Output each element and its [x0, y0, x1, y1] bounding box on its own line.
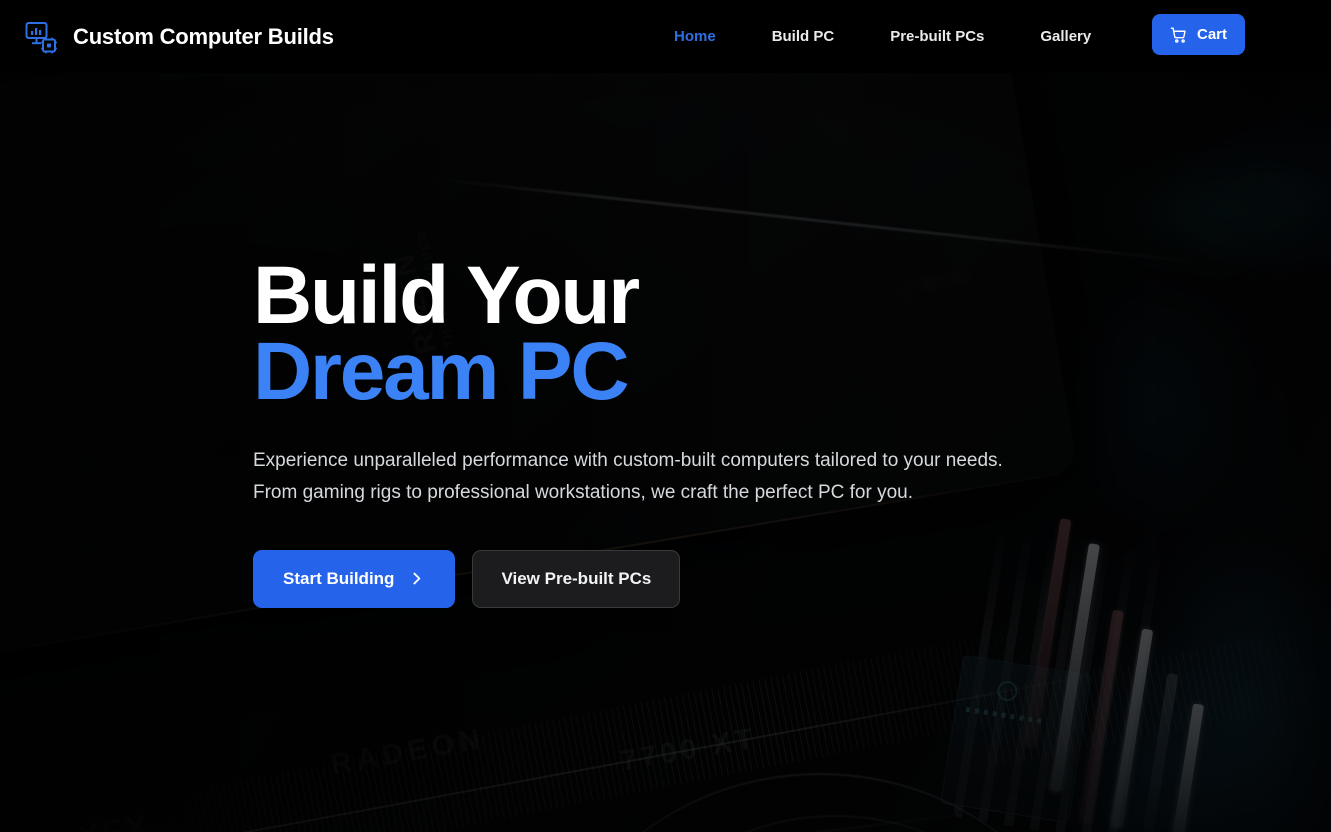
cart-button[interactable]: Cart	[1151, 14, 1245, 55]
brand-title: Custom Computer Builds	[73, 23, 334, 49]
view-prebuilt-pcs-label: View Pre-built PCs	[501, 568, 652, 588]
chevron-right-icon	[408, 570, 425, 587]
primary-navigation: Home Build PC Pre-built PCs Gallery	[646, 0, 1119, 73]
nav-link-gallery[interactable]: Gallery	[1012, 0, 1119, 73]
monitor-chart-chip-icon	[22, 18, 60, 56]
nav-link-build-pc[interactable]: Build PC	[744, 0, 863, 73]
hero-section: RYZEN THREADRIPPER RADEON	[0, 73, 1331, 832]
view-prebuilt-pcs-button[interactable]: View Pre-built PCs	[472, 549, 681, 608]
cart-button-label: Cart	[1196, 26, 1227, 43]
hero-title-line-2: Dream PC	[253, 326, 630, 418]
nav-link-home[interactable]: Home	[646, 0, 744, 73]
site-header: Custom Computer Builds Home Build PC Pre…	[0, 0, 1331, 73]
hero-subtitle: Experience unparalleled performance with…	[253, 449, 1003, 504]
start-building-button[interactable]: Start Building	[253, 549, 456, 608]
hero-cta-group: Start Building View Pre-built PCs	[253, 549, 1043, 608]
page-root: Custom Computer Builds Home Build PC Pre…	[0, 0, 1331, 832]
hero-title: Build Your Dream PC	[253, 255, 1043, 418]
start-building-label: Start Building	[283, 568, 395, 588]
brand-logo-link[interactable]: Custom Computer Builds	[22, 18, 334, 56]
hero-content: Build Your Dream PC Experience unparalle…	[253, 255, 1043, 608]
nav-link-pre-built-pcs[interactable]: Pre-built PCs	[862, 0, 1012, 73]
shopping-cart-icon	[1170, 26, 1188, 44]
